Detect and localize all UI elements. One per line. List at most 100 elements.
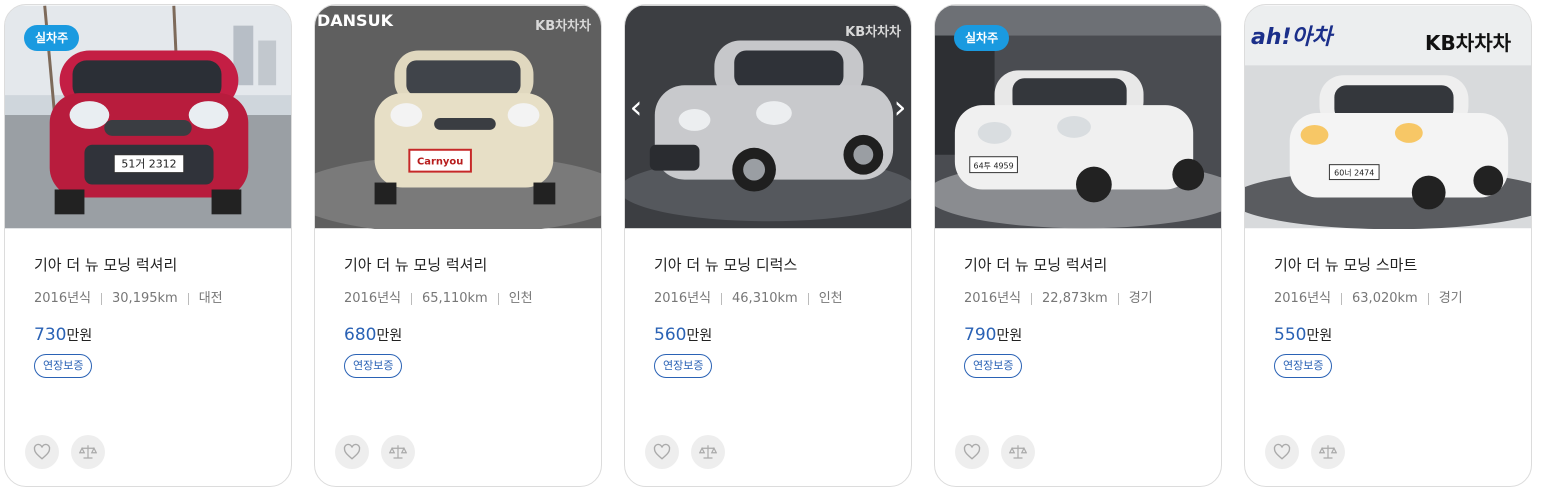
divider — [1427, 292, 1429, 305]
price-value: 730 — [34, 325, 67, 345]
price-value: 560 — [654, 325, 687, 345]
divider — [411, 292, 413, 305]
divider — [1031, 292, 1033, 305]
car-photo[interactable]: 51거 2312 실차주 — [5, 5, 291, 229]
svg-text:Carnyou: Carnyou — [417, 157, 463, 168]
car-price: 790만원 — [964, 324, 1201, 346]
divider — [1341, 292, 1343, 305]
car-mileage: 65,110km — [422, 291, 488, 306]
car-title[interactable]: 기아 더 뉴 모닝 럭셔리 — [964, 255, 1201, 275]
svg-text:60너 2474: 60너 2474 — [1334, 168, 1374, 178]
warranty-tag: 연장보증 — [34, 354, 93, 378]
car-region: 인천 — [508, 291, 533, 306]
car-card-list: 51거 2312 실차주 기아 더 뉴 모닝 럭셔리 2016년식 30,195k… — [0, 0, 1542, 495]
car-card[interactable]: 51거 2312 실차주 기아 더 뉴 모닝 럭셔리 2016년식 30,195k… — [4, 4, 292, 487]
divider — [497, 292, 499, 305]
car-price: 730만원 — [34, 324, 271, 346]
scale-icon — [389, 445, 408, 459]
car-price: 550만원 — [1274, 324, 1511, 346]
compare-button[interactable] — [1001, 435, 1036, 469]
like-button[interactable] — [1265, 435, 1299, 469]
warranty-tag: 연장보증 — [344, 354, 403, 378]
like-button[interactable] — [955, 435, 989, 469]
car-year: 2016년식 — [34, 291, 92, 306]
watermark-logo: KB차차차 — [535, 19, 591, 34]
car-title[interactable]: 기아 더 뉴 모닝 럭셔리 — [34, 255, 271, 275]
scale-icon — [79, 445, 98, 459]
car-mileage: 46,310km — [732, 291, 798, 306]
heart-icon — [653, 443, 671, 460]
dealer-logo: ah!아차 — [1251, 25, 1333, 50]
watermark-logo: KB차차차 — [845, 25, 901, 40]
price-value: 680 — [344, 325, 377, 345]
car-card[interactable]: KB차차차 ‹ › 기아 더 뉴 모닝 디럭스 2016년식 46,310km 인천… — [624, 4, 912, 487]
warranty-tag: 연장보증 — [1274, 354, 1333, 378]
previous-photo-button[interactable]: ‹ — [625, 90, 647, 124]
car-year: 2016년식 — [654, 291, 712, 306]
compare-button[interactable] — [71, 435, 106, 469]
scale-icon — [1319, 445, 1338, 459]
divider — [1117, 292, 1119, 305]
car-card[interactable]: 60너 2474 ah!아차 KB차차차 기아 더 뉴 모닝 스마트 2016년… — [1244, 4, 1532, 487]
price-unit: 만원 — [686, 328, 713, 344]
kb-logo: KB차차차 — [1425, 31, 1511, 55]
heart-icon — [1273, 443, 1291, 460]
dealer-logo: DANSUK — [317, 11, 393, 30]
divider — [807, 292, 809, 305]
car-price: 560만원 — [654, 324, 891, 346]
car-photo[interactable]: 60너 2474 ah!아차 KB차차차 — [1245, 5, 1531, 229]
like-button[interactable] — [25, 435, 59, 469]
warranty-tag: 연장보증 — [964, 354, 1023, 378]
warranty-tag: 연장보증 — [654, 354, 713, 378]
car-meta: 2016년식 22,873km 경기 — [964, 290, 1201, 308]
price-value: 790 — [964, 325, 997, 345]
price-unit: 만원 — [66, 328, 93, 344]
car-region: 대전 — [198, 291, 223, 306]
car-photo[interactable]: 64투 4959 실차주 — [935, 5, 1221, 229]
compare-button[interactable] — [381, 435, 416, 469]
car-meta: 2016년식 65,110km 인천 — [344, 290, 581, 308]
next-photo-button[interactable]: › — [889, 90, 911, 124]
car-year: 2016년식 — [964, 291, 1022, 306]
svg-text:64투 4959: 64투 4959 — [974, 162, 1014, 171]
car-photo[interactable]: KB차차차 ‹ › — [625, 5, 911, 229]
car-card[interactable]: Carnyou DANSUK KB차차차 기아 더 뉴 모닝 럭셔리 2016년… — [314, 4, 602, 487]
compare-button[interactable] — [691, 435, 726, 469]
price-value: 550 — [1274, 325, 1307, 345]
car-meta: 2016년식 63,020km 경기 — [1274, 290, 1511, 308]
divider — [101, 292, 103, 305]
compare-button[interactable] — [1311, 435, 1346, 469]
owner-badge: 실차주 — [24, 25, 80, 51]
car-region: 인천 — [818, 291, 843, 306]
like-button[interactable] — [645, 435, 679, 469]
car-mileage: 30,195km — [112, 291, 178, 306]
car-title[interactable]: 기아 더 뉴 모닝 스마트 — [1274, 255, 1511, 275]
car-card[interactable]: 64투 4959 실차주 기아 더 뉴 모닝 럭셔리 2016년식 22,873k… — [934, 4, 1222, 487]
divider — [187, 292, 189, 305]
heart-icon — [963, 443, 981, 460]
car-meta: 2016년식 30,195km 대전 — [34, 290, 271, 308]
car-image: Carnyou — [315, 5, 601, 229]
heart-icon — [343, 443, 361, 460]
car-region: 경기 — [1128, 291, 1153, 306]
price-unit: 만원 — [376, 328, 403, 344]
car-meta: 2016년식 46,310km 인천 — [654, 290, 891, 308]
car-title[interactable]: 기아 더 뉴 모닝 디럭스 — [654, 255, 891, 275]
car-mileage: 63,020km — [1352, 291, 1418, 306]
car-price: 680만원 — [344, 324, 581, 346]
price-unit: 만원 — [996, 328, 1023, 344]
car-year: 2016년식 — [1274, 291, 1332, 306]
car-photo[interactable]: Carnyou DANSUK KB차차차 — [315, 5, 601, 229]
heart-icon — [33, 443, 51, 460]
scale-icon — [699, 445, 718, 459]
car-region: 경기 — [1438, 291, 1463, 306]
divider — [721, 292, 723, 305]
car-mileage: 22,873km — [1042, 291, 1108, 306]
owner-badge: 실차주 — [954, 25, 1010, 51]
svg-text:51거 2312: 51거 2312 — [121, 158, 176, 171]
car-year: 2016년식 — [344, 291, 402, 306]
scale-icon — [1009, 445, 1028, 459]
car-title[interactable]: 기아 더 뉴 모닝 럭셔리 — [344, 255, 581, 275]
price-unit: 만원 — [1306, 328, 1333, 344]
like-button[interactable] — [335, 435, 369, 469]
